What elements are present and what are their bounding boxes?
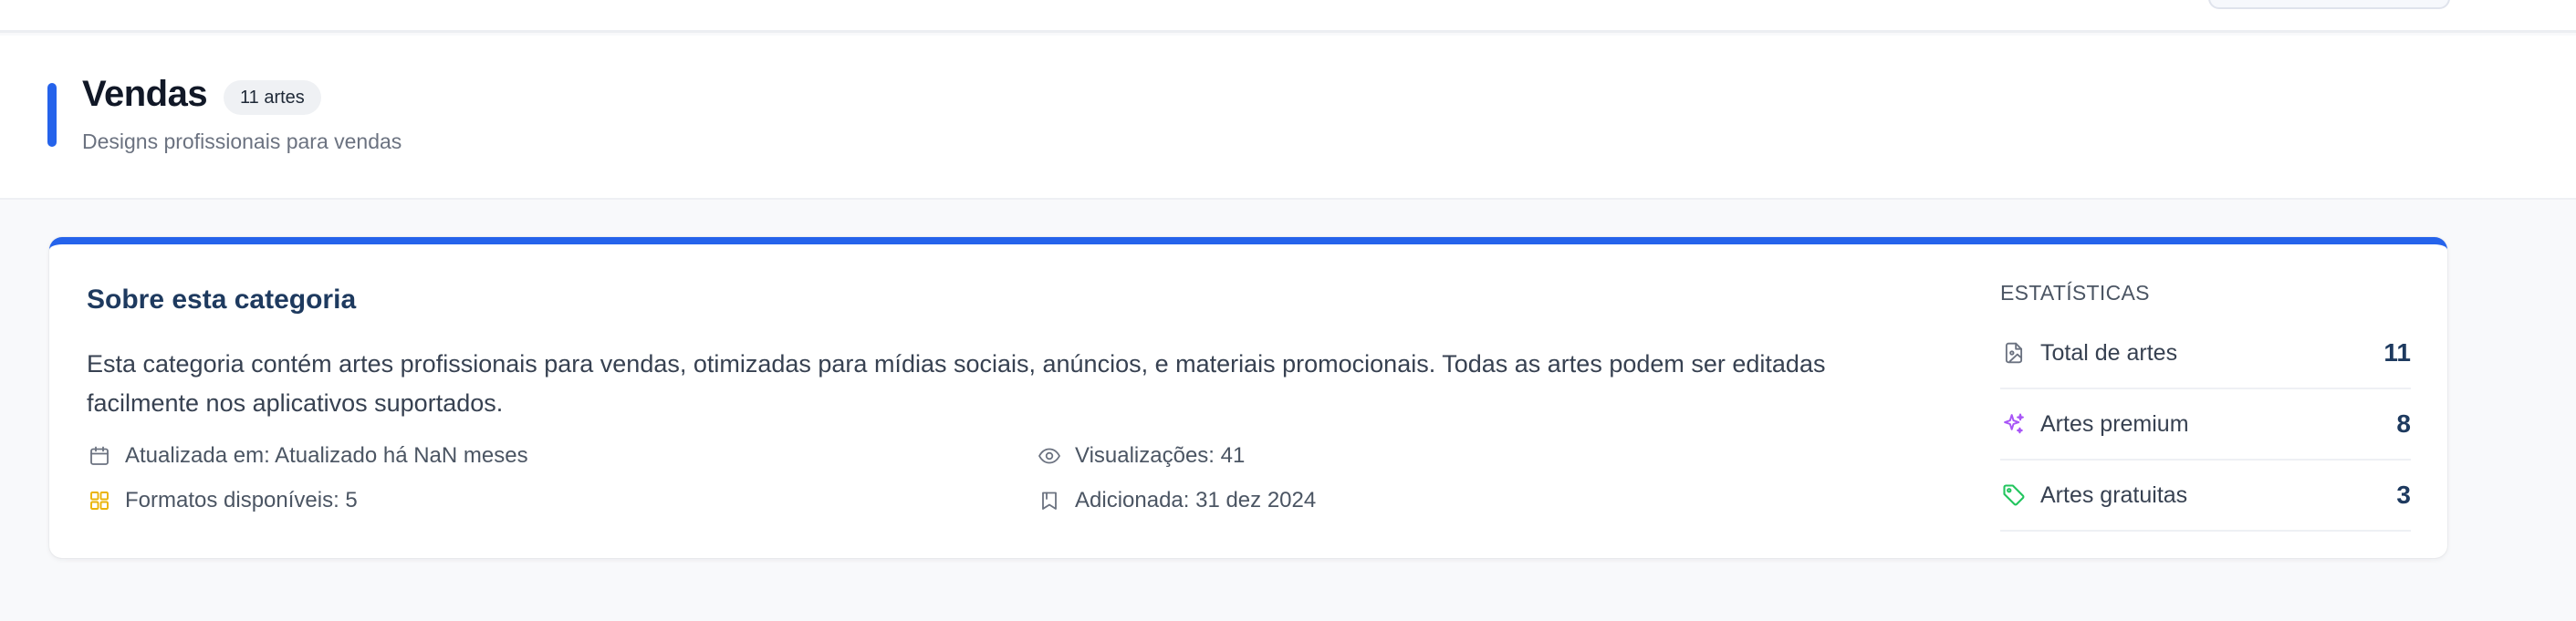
stat-row-free: Artes gratuitas 3 bbox=[2000, 461, 2411, 532]
stat-label-free: Artes gratuitas bbox=[2040, 481, 2188, 508]
stat-value-free: 3 bbox=[2396, 481, 2411, 509]
meta-formats-text: Formatos disponíveis: 5 bbox=[125, 488, 358, 512]
top-bar-control[interactable] bbox=[2208, 0, 2450, 9]
category-info-card: Sobre esta categoria Esta categoria cont… bbox=[49, 237, 2447, 558]
stat-row-total: Total de artes 11 bbox=[2000, 318, 2411, 389]
stat-value-total: 11 bbox=[2383, 338, 2411, 367]
eye-icon bbox=[1037, 443, 1062, 469]
meta-views: Visualizações: 41 bbox=[1037, 443, 1245, 469]
tag-icon bbox=[2000, 481, 2028, 509]
page-title: Vendas bbox=[82, 74, 208, 114]
stat-label-premium: Artes premium bbox=[2040, 410, 2189, 437]
meta-updated-text: Atualizada em: Atualizado há NaN meses bbox=[125, 443, 528, 468]
stats-panel: ESTATÍSTICAS Total de artes 11 Artes pre… bbox=[2000, 281, 2411, 532]
category-accent-bar bbox=[47, 83, 57, 147]
stats-heading: ESTATÍSTICAS bbox=[2000, 281, 2150, 305]
meta-views-text: Visualizações: 41 bbox=[1075, 443, 1246, 468]
calendar-icon bbox=[87, 443, 112, 469]
meta-added: Adicionada: 31 dez 2024 bbox=[1037, 488, 1316, 513]
card-title: Sobre esta categoria bbox=[87, 285, 357, 315]
sparkles-icon bbox=[2000, 410, 2028, 438]
stat-row-premium: Artes premium 8 bbox=[2000, 389, 2411, 461]
meta-added-text: Adicionada: 31 dez 2024 bbox=[1075, 488, 1317, 512]
card-description: Esta categoria contém artes profissionai… bbox=[87, 350, 1826, 417]
top-navigation-bar bbox=[0, 0, 2576, 33]
meta-updated: Atualizada em: Atualizado há NaN meses bbox=[87, 443, 528, 469]
file-image-icon bbox=[2000, 339, 2028, 367]
meta-formats: Formatos disponíveis: 5 bbox=[87, 488, 358, 513]
art-count-badge: 11 artes bbox=[224, 80, 321, 115]
stat-label-total: Total de artes bbox=[2040, 339, 2178, 366]
page-subtitle: Designs profissionais para vendas bbox=[82, 129, 402, 153]
grid-icon bbox=[87, 488, 112, 513]
category-header: Vendas 11 artes Designs profissionais pa… bbox=[0, 36, 2576, 200]
bookmark-icon bbox=[1037, 488, 1062, 513]
stat-value-premium: 8 bbox=[2396, 409, 2411, 438]
